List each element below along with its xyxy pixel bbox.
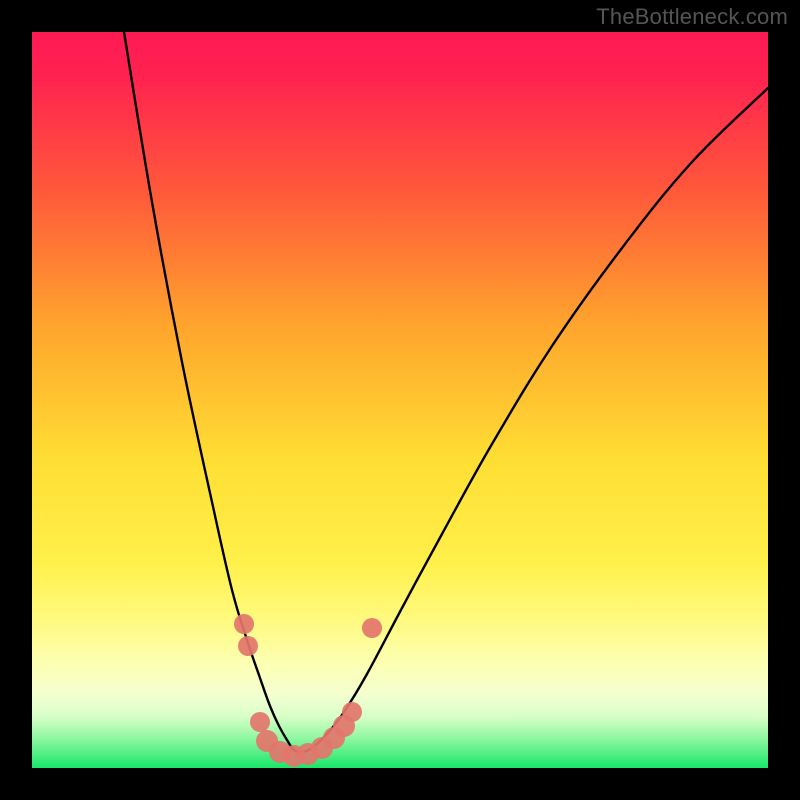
data-markers-group: [234, 614, 382, 767]
curve-layer: [32, 32, 768, 768]
plot-area: [32, 32, 768, 768]
chart-stage: TheBottleneck.com: [0, 0, 800, 800]
data-marker: [238, 636, 258, 656]
bottleneck-curve-line: [124, 32, 768, 752]
data-marker: [234, 614, 254, 634]
watermark-text: TheBottleneck.com: [596, 4, 788, 30]
data-marker: [250, 712, 270, 732]
data-marker: [342, 702, 362, 722]
data-marker: [362, 618, 382, 638]
